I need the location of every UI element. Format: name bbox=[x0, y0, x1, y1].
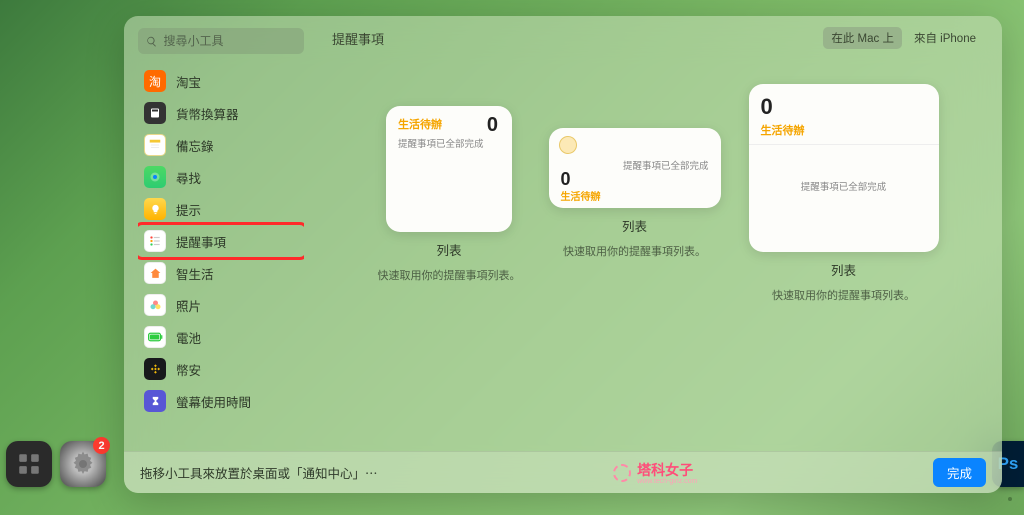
avatar-icon bbox=[559, 136, 577, 154]
widget-caption-sub: 快速取用你的提醒事項列表。 bbox=[772, 287, 915, 303]
search-input[interactable] bbox=[163, 34, 296, 48]
sidebar-item-label: 備忘錄 bbox=[176, 136, 214, 155]
widget-count: 0 bbox=[761, 94, 927, 120]
source-local-button[interactable]: 在此 Mac 上 bbox=[823, 27, 902, 49]
sidebar-item-photos[interactable]: 照片 bbox=[138, 290, 304, 320]
sidebar-item-label: 照片 bbox=[176, 296, 201, 315]
sidebar-item-smartlife[interactable]: 智生活 bbox=[138, 258, 304, 288]
sidebar-item-label: 智生活 bbox=[176, 264, 214, 283]
done-button[interactable]: 完成 bbox=[933, 458, 986, 487]
search-icon bbox=[146, 35, 157, 48]
widget-caption-sub: 快速取用你的提醒事項列表。 bbox=[563, 243, 706, 259]
dock-app-unknown[interactable] bbox=[6, 441, 52, 487]
watermark-url: www.tech-girlz.com bbox=[637, 478, 697, 485]
watermark-icon bbox=[613, 464, 631, 482]
source-toggle: 在此 Mac 上 來自 iPhone bbox=[823, 27, 984, 49]
widget-done-text: 提醒事項已全部完成 bbox=[623, 158, 709, 172]
notes-icon bbox=[144, 134, 166, 156]
widget-small[interactable]: 生活待辦 0 提醒事項已全部完成 bbox=[386, 106, 512, 232]
reminders-icon bbox=[144, 230, 166, 252]
sidebar-item-findmy[interactable]: 尋找 bbox=[138, 162, 304, 192]
widget-done-text: 提醒事項已全部完成 bbox=[761, 179, 927, 193]
footer: 拖移小工具來放置於桌面或「通知中心」⋯ 塔科女子 www.tech-girlz.… bbox=[124, 451, 1002, 493]
widget-previews: 生活待辦 0 提醒事項已全部完成 列表 快速取用你的提醒事項列表。 提醒事項已全… bbox=[332, 106, 984, 303]
widget-count: 0 bbox=[487, 114, 498, 137]
watermark-name: 塔科女子 bbox=[637, 460, 697, 480]
calculator-icon bbox=[144, 102, 166, 124]
taobao-icon: 淘 bbox=[144, 70, 166, 92]
widget-caption-sub: 快速取用你的提醒事項列表。 bbox=[378, 267, 521, 283]
main-area: 提醒事項 在此 Mac 上 來自 iPhone 生活待辦 0 提醒事項已全部完成… bbox=[314, 16, 1002, 451]
sidebar-item-notes[interactable]: 備忘錄 bbox=[138, 130, 304, 160]
gear-icon bbox=[68, 449, 98, 479]
sidebar-item-label: 尋找 bbox=[176, 168, 201, 187]
widget-list-name: 生活待辦 bbox=[761, 122, 927, 138]
sidebar-item-taobao[interactable]: 淘 淘宝 bbox=[138, 66, 304, 96]
sidebar-item-label: 電池 bbox=[176, 328, 201, 347]
binance-icon bbox=[144, 358, 166, 380]
findmy-icon bbox=[144, 166, 166, 188]
widget-gallery-panel: 淘 淘宝 貨幣換算器 備忘錄 bbox=[124, 16, 1002, 493]
sidebar-item-currency[interactable]: 貨幣換算器 bbox=[138, 98, 304, 128]
sidebar-item-battery[interactable]: 電池 bbox=[138, 322, 304, 352]
hourglass-icon bbox=[144, 390, 166, 412]
sidebar-item-label: 貨幣換算器 bbox=[176, 104, 239, 123]
grid-icon bbox=[16, 451, 42, 477]
lightbulb-icon bbox=[144, 198, 166, 220]
sidebar-item-label: 幣安 bbox=[176, 360, 201, 379]
watermark: 塔科女子 www.tech-girlz.com bbox=[613, 460, 697, 485]
source-remote-button[interactable]: 來自 iPhone bbox=[906, 27, 984, 49]
sidebar-item-reminders[interactable]: 提醒事項 bbox=[138, 226, 304, 256]
sidebar-item-tips[interactable]: 提示 bbox=[138, 194, 304, 224]
widget-count: 0 bbox=[561, 169, 571, 190]
dock-app-settings[interactable]: 2 bbox=[60, 441, 106, 487]
widget-caption-title: 列表 bbox=[622, 216, 647, 235]
sidebar-list: 淘 淘宝 貨幣換算器 備忘錄 bbox=[138, 66, 304, 416]
widget-large[interactable]: 0 生活待辦 提醒事項已全部完成 bbox=[749, 84, 939, 252]
footer-hint: 拖移小工具來放置於桌面或「通知中心」⋯ bbox=[140, 463, 378, 482]
smartlife-icon bbox=[144, 262, 166, 284]
sidebar-item-label: 提示 bbox=[176, 200, 201, 219]
widget-done-text: 提醒事項已全部完成 bbox=[398, 136, 500, 150]
sidebar-item-label: 提醒事項 bbox=[176, 232, 226, 251]
settings-badge: 2 bbox=[93, 437, 110, 454]
sidebar-item-label: 淘宝 bbox=[176, 72, 201, 91]
dock-left-fragment: 2 bbox=[6, 441, 106, 487]
widget-caption-title: 列表 bbox=[831, 260, 856, 279]
search-field[interactable] bbox=[138, 28, 304, 54]
widget-list-name: 生活待辦 bbox=[398, 116, 500, 132]
corner-dot bbox=[1008, 497, 1012, 501]
widget-list-name: 生活待辦 bbox=[561, 188, 601, 203]
sidebar-item-binance[interactable]: 幣安 bbox=[138, 354, 304, 384]
sidebar-item-label: 螢幕使用時間 bbox=[176, 392, 251, 411]
battery-icon bbox=[144, 326, 166, 348]
widget-caption-title: 列表 bbox=[436, 240, 461, 259]
sidebar: 淘 淘宝 貨幣換算器 備忘錄 bbox=[124, 16, 314, 451]
photos-icon bbox=[144, 294, 166, 316]
widget-medium[interactable]: 提醒事項已全部完成 0 生活待辦 bbox=[549, 128, 721, 208]
main-title: 提醒事項 bbox=[332, 29, 384, 48]
sidebar-item-screentime[interactable]: 螢幕使用時間 bbox=[138, 386, 304, 416]
